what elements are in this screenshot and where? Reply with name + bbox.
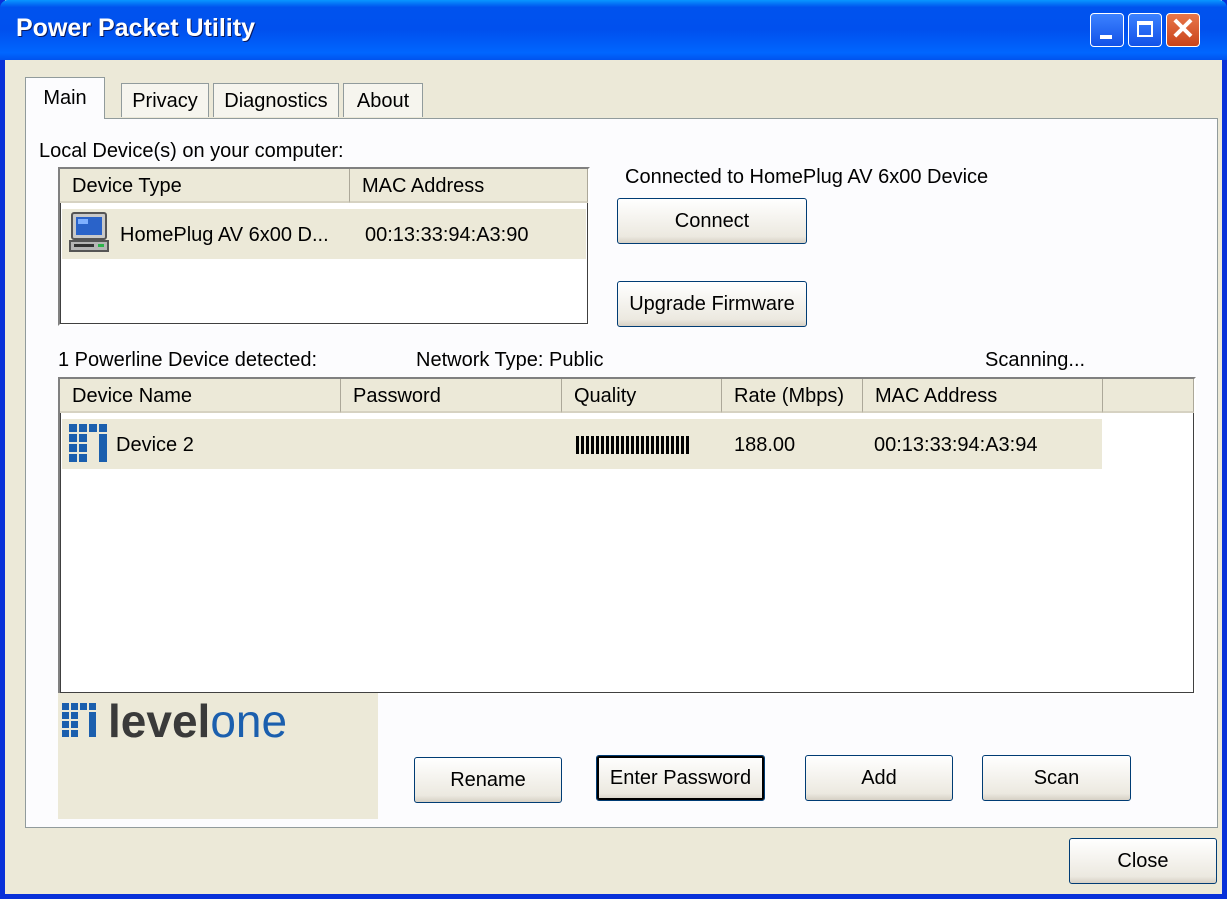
close-icon: ✕ (1170, 13, 1196, 46)
enter-password-button[interactable]: Enter Password (596, 755, 765, 801)
device-rate: 188.00 (734, 434, 796, 456)
title-close-button[interactable]: ✕ (1166, 13, 1200, 47)
rename-button[interactable]: Rename (414, 757, 562, 803)
levelone-device-icon (69, 424, 107, 462)
computer-icon (69, 212, 109, 252)
scanning-status: Scanning... (985, 349, 1086, 371)
device-mac: 00:13:33:94:A3:94 (874, 434, 1038, 456)
column-mac-address-2[interactable]: MAC Address (863, 379, 1103, 413)
maximize-button[interactable] (1128, 13, 1162, 47)
column-device-name[interactable]: Device Name (60, 379, 341, 413)
close-button[interactable]: Close (1069, 838, 1217, 884)
column-password[interactable]: Password (341, 379, 562, 413)
window-title: Power Packet Utility (16, 14, 255, 42)
power-packet-utility-window: Power Packet Utility ✕ Main Privacy Diag… (0, 0, 1227, 899)
signal-bars-icon (576, 436, 690, 454)
devices-detected-label: 1 Powerline Device detected: (58, 349, 318, 371)
minimize-icon (1100, 35, 1112, 39)
tab-main[interactable]: Main (25, 77, 105, 119)
local-devices-list[interactable]: Device Type MAC Address HomePlug AV 6x00… (58, 167, 590, 326)
upgrade-firmware-button[interactable]: Upgrade Firmware (617, 281, 807, 327)
column-filler (1103, 379, 1194, 413)
minimize-button[interactable] (1090, 13, 1124, 47)
connection-status: Connected to HomePlug AV 6x00 Device (625, 166, 989, 188)
network-type-label: Network Type: Public (416, 349, 604, 371)
levelone-logo: levelone (58, 693, 378, 819)
scan-button[interactable]: Scan (982, 755, 1131, 801)
title-bar[interactable]: Power Packet Utility ✕ (0, 0, 1227, 60)
svg-text:levelone: levelone (108, 695, 287, 747)
tab-about[interactable]: About (343, 83, 423, 117)
add-button[interactable]: Add (805, 755, 953, 801)
column-device-type[interactable]: Device Type (60, 169, 350, 203)
local-device-type: HomePlug AV 6x00 D... (120, 224, 329, 246)
local-devices-label: Local Device(s) on your computer: (39, 140, 344, 162)
tab-privacy[interactable]: Privacy (121, 83, 209, 117)
connect-button[interactable]: Connect (617, 198, 807, 244)
column-mac-address[interactable]: MAC Address (350, 169, 588, 203)
local-device-row[interactable]: HomePlug AV 6x00 D... 00:13:33:94:A3:90 (62, 209, 586, 259)
maximize-icon (1137, 21, 1153, 37)
levelone-logo-graphic: levelone (62, 695, 287, 747)
local-device-mac: 00:13:33:94:A3:90 (365, 224, 529, 246)
column-quality[interactable]: Quality (562, 379, 722, 413)
device-name: Device 2 (116, 434, 194, 456)
tab-diagnostics[interactable]: Diagnostics (213, 83, 339, 117)
column-rate[interactable]: Rate (Mbps) (722, 379, 863, 413)
